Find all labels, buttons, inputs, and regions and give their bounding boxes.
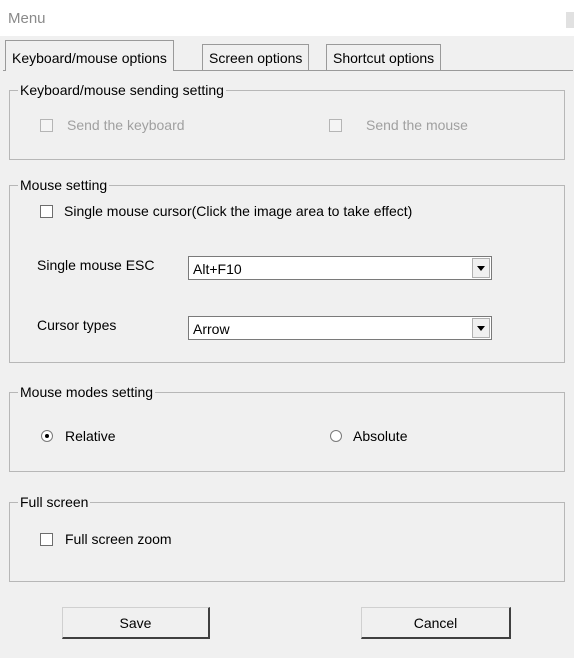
cursor-types-select[interactable]: Arrow: [188, 316, 492, 340]
single-mouse-cursor-label: Single mouse cursor(Click the image area…: [64, 203, 413, 219]
save-button[interactable]: Save: [62, 607, 210, 639]
keyboard-mouse-sending-legend: Keyboard/mouse sending setting: [18, 81, 226, 99]
absolute-label: Absolute: [353, 428, 408, 444]
cursor-types-label: Cursor types: [37, 317, 117, 333]
single-mouse-cursor-checkbox[interactable]: [40, 205, 53, 218]
single-mouse-esc-value: Alt+F10: [193, 261, 242, 277]
relative-radio[interactable]: [41, 430, 53, 442]
single-mouse-esc-select[interactable]: Alt+F10: [188, 256, 492, 280]
title-bar: Menu: [0, 0, 574, 36]
send-mouse-label: Send the mouse: [366, 117, 468, 133]
send-keyboard-label: Send the keyboard: [67, 117, 185, 133]
tab-shortcut-options[interactable]: Shortcut options: [326, 44, 442, 70]
full-screen-legend: Full screen: [18, 493, 91, 511]
window-title: Menu: [8, 10, 46, 27]
single-mouse-esc-label: Single mouse ESC: [37, 257, 155, 273]
relative-label: Relative: [65, 428, 116, 444]
chevron-down-icon[interactable]: [472, 318, 490, 338]
send-mouse-checkbox[interactable]: [329, 119, 342, 132]
chevron-down-icon[interactable]: [472, 258, 490, 278]
cancel-button[interactable]: Cancel: [361, 607, 511, 639]
tab-keyboard-mouse-options[interactable]: Keyboard/mouse options: [5, 40, 174, 71]
radio-selected-dot: [45, 434, 49, 438]
absolute-radio[interactable]: [330, 430, 342, 442]
mouse-modes-legend: Mouse modes setting: [18, 383, 156, 401]
close-icon[interactable]: [566, 12, 574, 28]
full-screen-zoom-label: Full screen zoom: [65, 531, 172, 547]
full-screen-zoom-checkbox[interactable]: [40, 533, 53, 546]
mouse-setting-legend: Mouse setting: [18, 176, 110, 194]
send-keyboard-checkbox[interactable]: [40, 119, 53, 132]
tab-screen-options[interactable]: Screen options: [202, 44, 310, 70]
cursor-types-value: Arrow: [193, 321, 230, 337]
